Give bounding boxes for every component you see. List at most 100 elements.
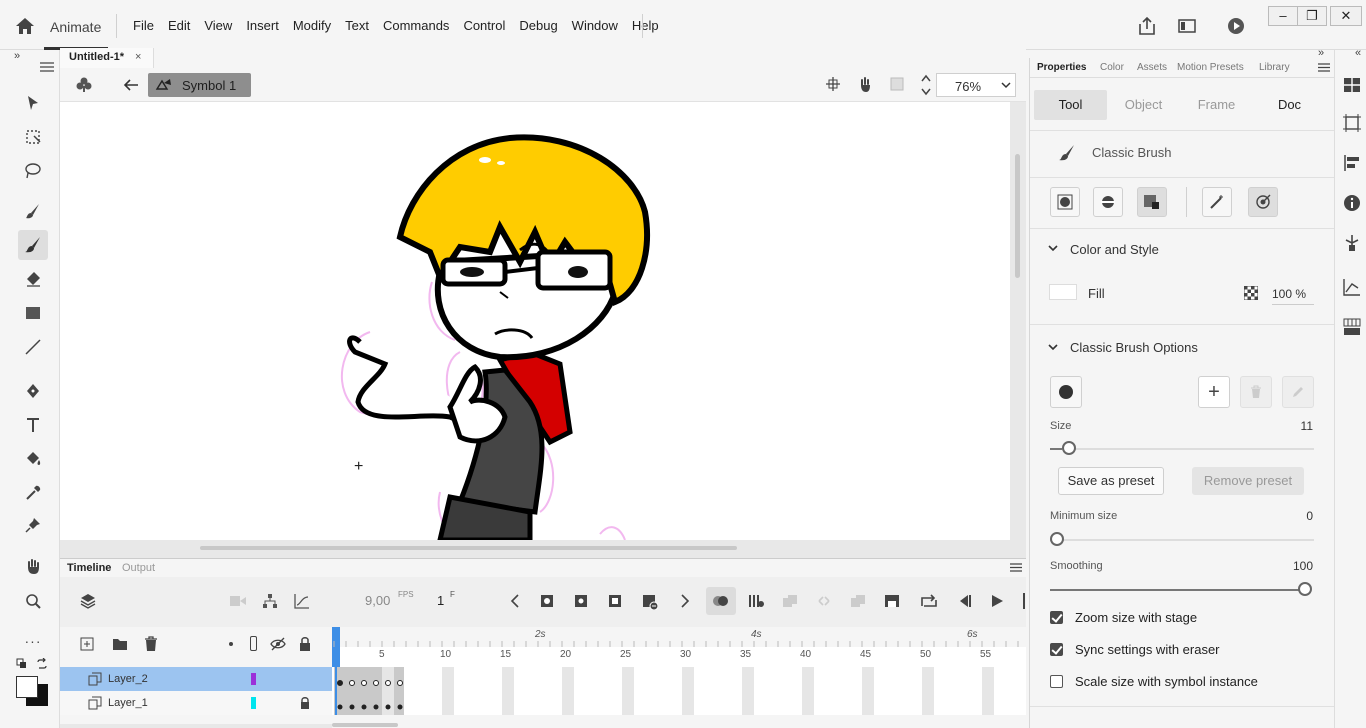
keyframe-layer-1[interactable] (361, 704, 367, 710)
parenting-icon[interactable] (262, 593, 278, 609)
graph-icon[interactable] (294, 593, 310, 609)
zoom-tool-icon[interactable] (18, 586, 48, 616)
scale-symbol-label[interactable]: Scale size with symbol instance (1075, 674, 1258, 689)
pin-tool-icon[interactable] (18, 510, 48, 540)
keyframe-layer-1[interactable] (349, 704, 355, 710)
section-brush-options[interactable]: Classic Brush Options (1070, 340, 1198, 355)
back-arrow-icon[interactable] (123, 78, 139, 92)
motion-editor-icon[interactable] (1343, 278, 1361, 296)
stage-canvas[interactable]: + (60, 102, 1010, 540)
outline-column-icon[interactable] (250, 636, 257, 651)
stage-horizontal-scrollbar[interactable] (200, 546, 737, 550)
layer-color-swatch[interactable] (251, 673, 256, 685)
size-slider-knob[interactable] (1062, 441, 1076, 455)
camera-icon[interactable] (230, 595, 246, 607)
insert-keyframe-icon[interactable] (540, 594, 554, 608)
chevron-down-icon[interactable] (1048, 343, 1058, 351)
restore-button[interactable]: ❐ (1297, 6, 1327, 26)
menu-file[interactable]: File (126, 18, 161, 33)
frame-picker-icon[interactable] (1343, 318, 1361, 336)
layers-scrollbar[interactable] (60, 724, 332, 728)
tab-assets[interactable]: Assets (1137, 62, 1167, 73)
frames-grid[interactable]: 2s 4s 6s 5 10 15 20 25 30 35 40 45 50 55 (332, 627, 1026, 728)
panel-menu-icon[interactable] (40, 62, 54, 72)
convert-frames-icon[interactable] (850, 594, 866, 608)
keyframe-layer-2[interactable] (385, 680, 391, 686)
loop-playback-icon[interactable] (920, 594, 938, 608)
keyframe-layer-1[interactable] (373, 704, 379, 710)
layer-color-swatch[interactable] (251, 697, 256, 709)
brush-shape-button[interactable] (1050, 376, 1082, 408)
eyedropper-tool-icon[interactable] (18, 478, 48, 508)
stroke-color-swatch[interactable] (16, 676, 38, 698)
step-forward-icon[interactable] (1023, 593, 1025, 609)
fps-value[interactable]: 9,00 (365, 593, 390, 608)
menu-window[interactable]: Window (565, 18, 625, 33)
rotate-stage-icon[interactable] (856, 76, 874, 94)
prev-keyframe-icon[interactable] (510, 594, 520, 608)
add-brush-button[interactable]: + (1198, 376, 1230, 408)
sync-eraser-label[interactable]: Sync settings with eraser (1075, 642, 1220, 657)
rectangle-tool-icon[interactable] (18, 298, 48, 328)
zoom-size-checkbox[interactable] (1050, 611, 1063, 624)
delete-brush-button[interactable] (1240, 376, 1272, 408)
tab-color[interactable]: Color (1100, 62, 1124, 73)
pen-tool-icon[interactable] (18, 376, 48, 406)
test-movie-icon[interactable] (1226, 16, 1246, 36)
align-icon[interactable] (1343, 154, 1361, 172)
keyframe-layer-2[interactable] (373, 680, 379, 686)
edit-brush-button[interactable] (1282, 376, 1314, 408)
min-size-slider-track[interactable] (1050, 539, 1314, 541)
keyframe-layer-2[interactable] (337, 680, 343, 686)
sync-eraser-checkbox[interactable] (1050, 643, 1063, 656)
lock-column-icon[interactable] (299, 636, 311, 651)
keyframe-layer-1[interactable] (385, 704, 391, 710)
zoom-stepper-icon[interactable] (920, 72, 932, 98)
delete-layer-icon[interactable] (144, 636, 158, 652)
layer-row-layer-2[interactable]: Layer_2 (60, 667, 332, 691)
menu-modify[interactable]: Modify (286, 18, 338, 33)
highlight-column-icon[interactable] (229, 642, 233, 646)
tab-output[interactable]: Output (122, 562, 155, 574)
min-size-value[interactable]: 0 (1299, 509, 1313, 523)
object-drawing-button[interactable] (1050, 187, 1080, 217)
properties-collapse-icon[interactable]: » (1318, 47, 1324, 59)
strip-collapse-icon[interactable]: « (1355, 47, 1361, 59)
menu-help[interactable]: Help (625, 18, 666, 33)
info-icon[interactable] (1343, 194, 1361, 212)
tilt-button[interactable] (1248, 187, 1278, 217)
insert-blank-keyframe-icon[interactable] (574, 594, 588, 608)
layer-name[interactable]: Layer_2 (108, 673, 148, 685)
eraser-tool-icon[interactable] (18, 264, 48, 294)
menu-debug[interactable]: Debug (512, 18, 564, 33)
smoothing-value[interactable]: 100 (1285, 559, 1313, 573)
remove-preset-button[interactable]: Remove preset (1192, 467, 1304, 495)
layer-row-layer-1[interactable]: Layer_1 (60, 691, 332, 715)
edit-scene-icon[interactable] (75, 76, 93, 94)
components-icon[interactable] (1343, 234, 1361, 252)
save-preset-button[interactable]: Save as preset (1058, 467, 1164, 495)
insert-frame-icon[interactable] (608, 594, 622, 608)
swap-colors-icon[interactable] (36, 658, 48, 670)
menu-commands[interactable]: Commands (376, 18, 456, 33)
panel-collapse-icon[interactable]: » (14, 50, 20, 62)
swatches-icon[interactable] (1343, 76, 1361, 94)
hand-tool-icon[interactable] (18, 552, 48, 582)
layer-lock-icon[interactable] (300, 696, 310, 709)
tab-timeline[interactable]: Timeline (67, 562, 111, 574)
subtab-frame[interactable]: Frame (1180, 90, 1253, 120)
subtab-object[interactable]: Object (1107, 90, 1180, 120)
keyframe-layer-2[interactable] (349, 680, 355, 686)
menu-control[interactable]: Control (456, 18, 512, 33)
frame-value[interactable]: 1 (437, 593, 444, 608)
subtab-doc[interactable]: Doc (1253, 90, 1326, 120)
close-tab-icon[interactable]: × (135, 51, 141, 63)
symbol-breadcrumb[interactable]: Symbol 1 (148, 73, 251, 97)
selection-tool-icon[interactable] (18, 88, 48, 118)
properties-menu-icon[interactable] (1318, 63, 1330, 72)
section-color-and-style[interactable]: Color and Style (1070, 242, 1159, 257)
free-transform-tool-icon[interactable] (18, 122, 48, 152)
workspace-icon[interactable] (1177, 16, 1197, 36)
size-value[interactable]: 11 (1299, 419, 1313, 433)
stage-vertical-scrollbar[interactable] (1015, 154, 1020, 278)
